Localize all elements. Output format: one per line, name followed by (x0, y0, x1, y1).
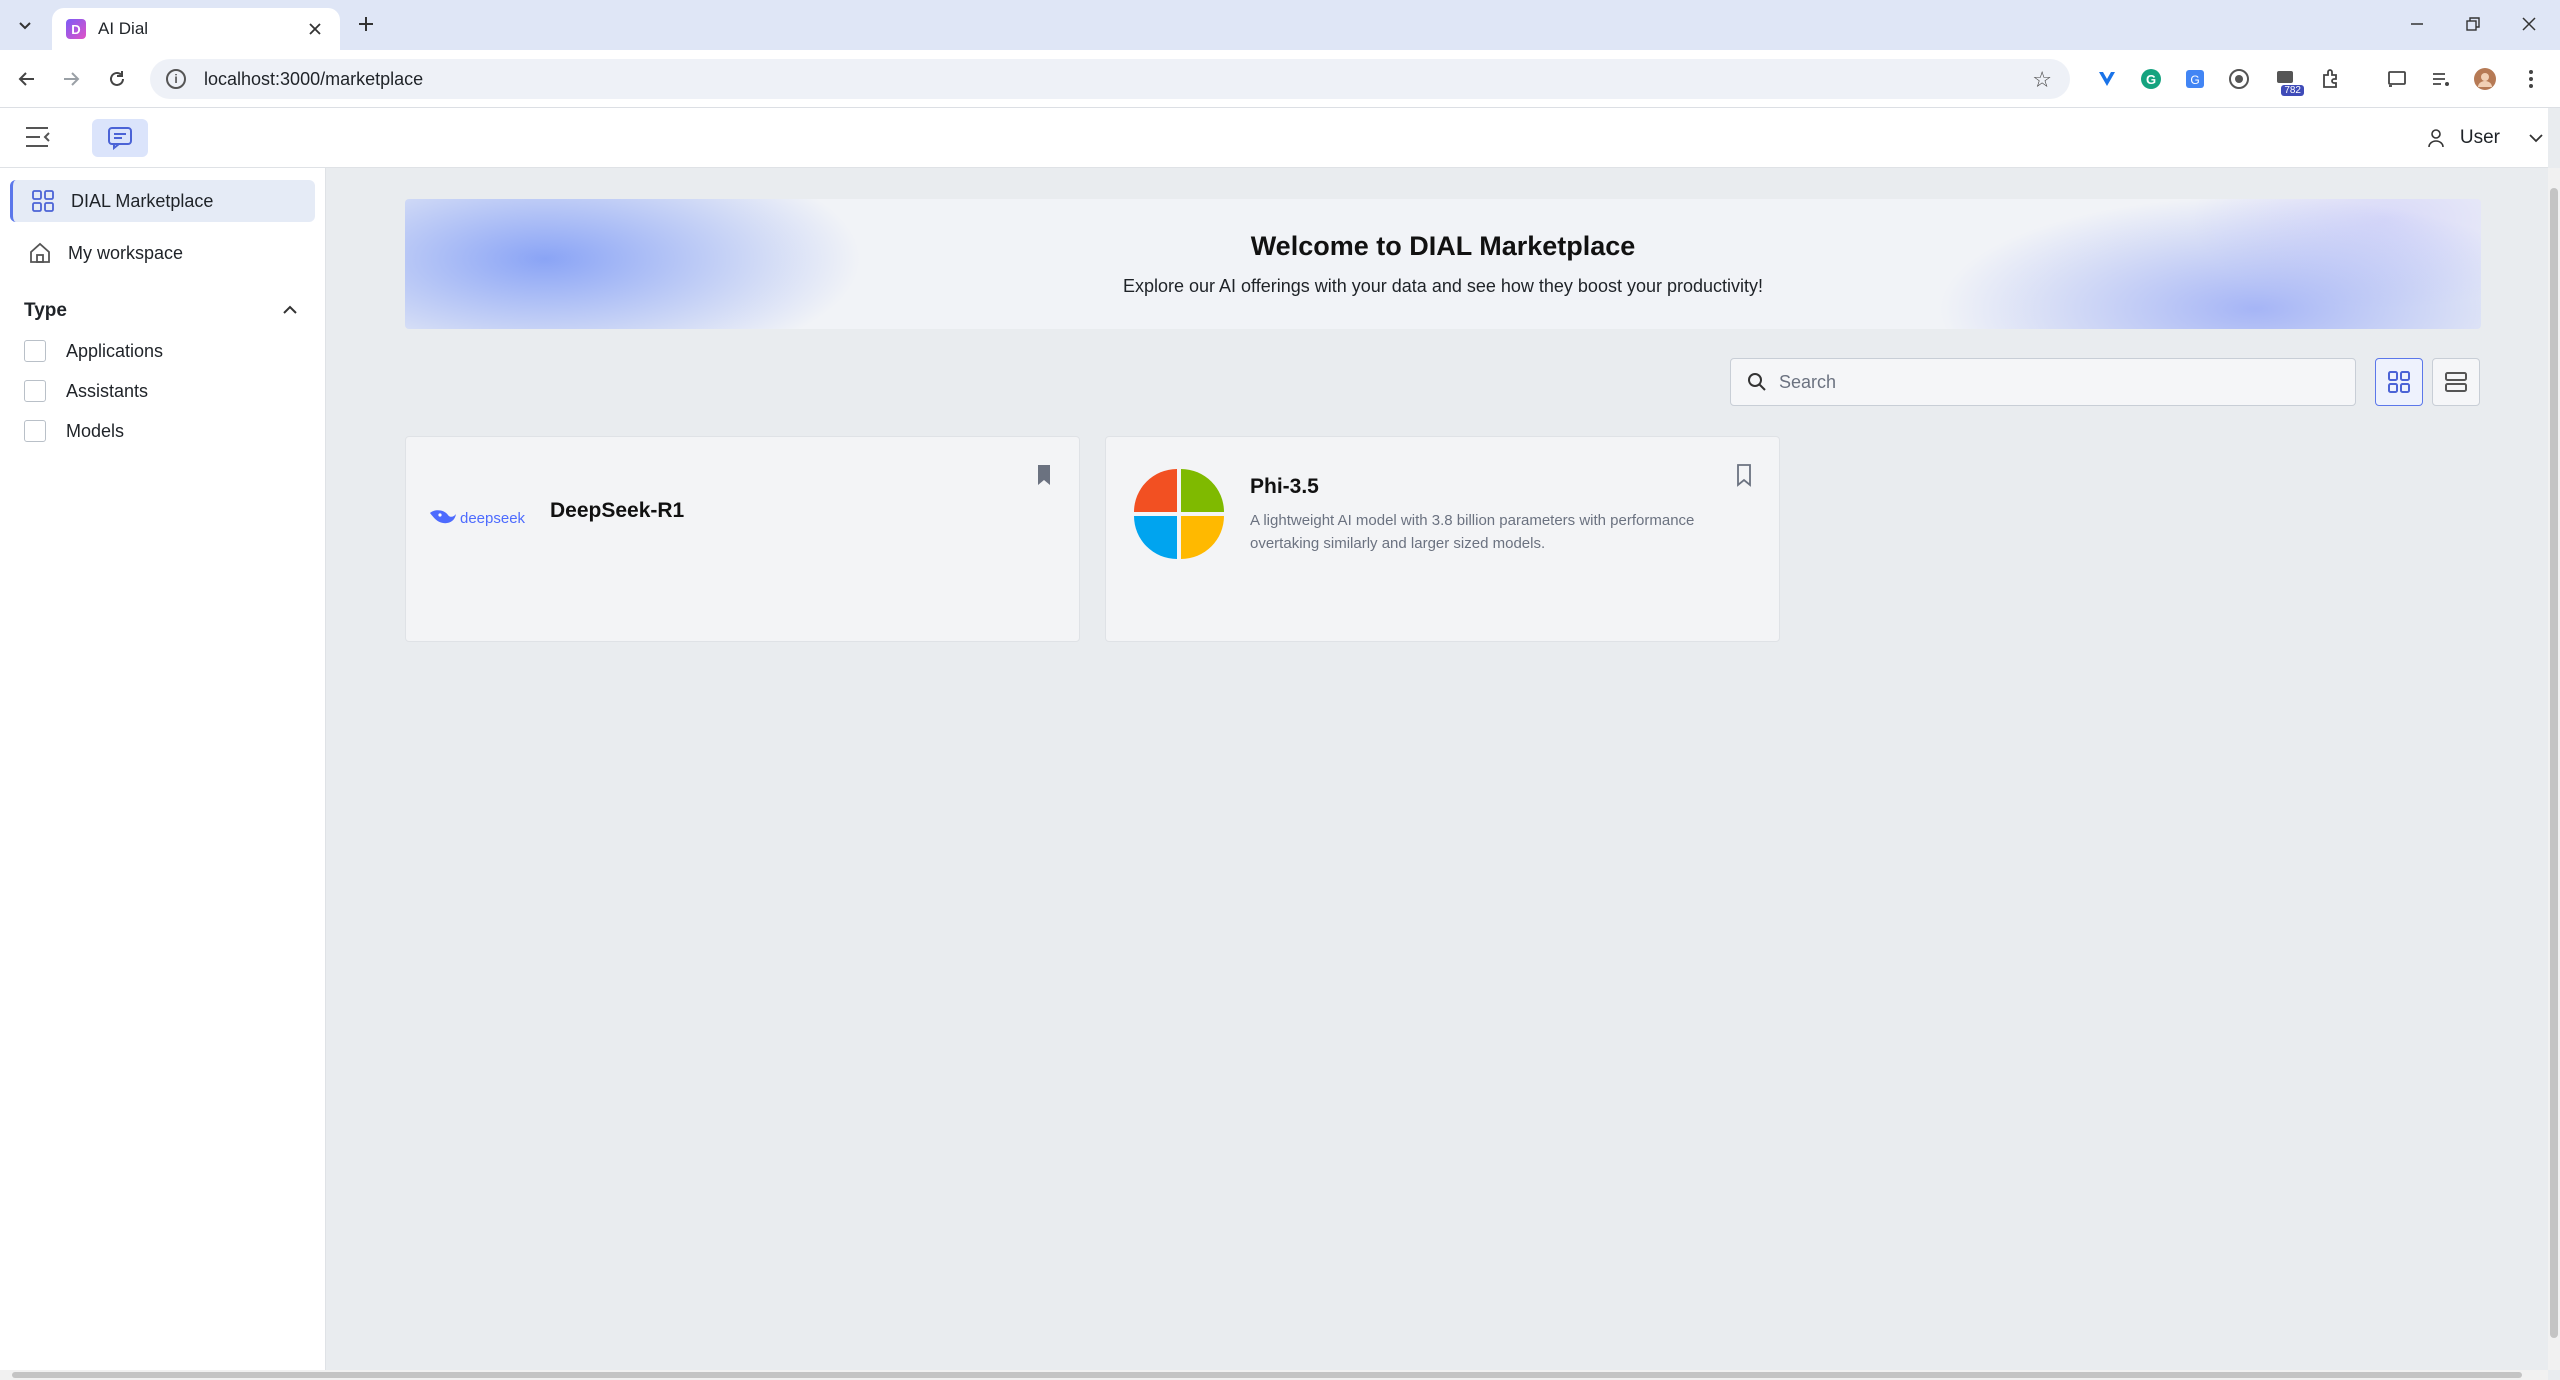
deepseek-logo-icon: deepseek (430, 510, 526, 527)
search-input[interactable] (1779, 371, 2339, 393)
filter-option-label: Models (66, 420, 125, 441)
assistants-checkbox[interactable] (24, 380, 46, 402)
vertical-scroll-thumb[interactable] (2550, 188, 2558, 1338)
banner-subtitle: Explore our AI offerings with your data … (1122, 276, 1764, 296)
user-menu[interactable]: User (2426, 108, 2548, 168)
chat-toggle-button[interactable] (92, 119, 148, 157)
deepseek-logo-text: deepseek (460, 510, 526, 527)
chat-bubble-icon (108, 127, 132, 150)
user-label: User (2459, 127, 2500, 148)
list-view-button[interactable] (2432, 358, 2480, 406)
site-info-icon[interactable]: i (166, 69, 186, 89)
vertical-scrollbar[interactable] (2548, 168, 2560, 1370)
card-name: DeepSeek-R1 (550, 499, 685, 522)
privacy-extension-icon[interactable] (2226, 66, 2252, 92)
card-name: Phi-3.5 (1250, 475, 1319, 498)
svg-text:G: G (2190, 73, 2199, 87)
card-description: A lightweight AI model with 3.8 billion … (1250, 512, 1695, 552)
bookmark-star-icon[interactable]: ☆ (2032, 67, 2052, 93)
sidebar: DIAL Marketplace My workspace Type Appli… (0, 168, 326, 1370)
sidebar-item-label: DIAL Marketplace (71, 190, 214, 211)
extension-badge: 782 (2281, 85, 2304, 96)
filter-option-label: Applications (66, 340, 164, 361)
forward-arrow-icon[interactable] (56, 64, 86, 94)
filter-type-title: Type (24, 300, 67, 321)
back-arrow-icon[interactable] (12, 64, 42, 94)
sidebar-item-label: My workspace (68, 242, 184, 263)
media-controls-icon[interactable] (2428, 66, 2454, 92)
model-card-deepseek[interactable]: deepseek DeepSeek-R1 (405, 436, 1080, 642)
grid-view-button[interactable] (2375, 358, 2423, 406)
sidebar-item-dial-marketplace[interactable]: DIAL Marketplace (10, 180, 315, 222)
grid-view-icon (2388, 371, 2410, 393)
bookmark-filled-icon[interactable] (1035, 463, 1053, 487)
browser-toolbar: i localhost:3000/marketplace ☆ G G 782 (0, 50, 2560, 108)
filter-option-assistants[interactable]: Assistants (24, 380, 148, 402)
restore-icon[interactable] (2456, 10, 2490, 38)
dial-favicon-icon: D (66, 19, 86, 39)
model-card-phi[interactable]: Phi-3.5 A lightweight AI model with 3.8 … (1105, 436, 1780, 642)
app-header: User (0, 108, 2548, 168)
filter-option-models[interactable]: Models (24, 420, 124, 442)
cast-icon[interactable] (2384, 66, 2410, 92)
filter-option-applications[interactable]: Applications (24, 340, 163, 362)
bookmark-outline-icon[interactable] (1735, 463, 1753, 487)
translate-extension-icon[interactable]: G (2182, 66, 2208, 92)
list-view-icon (2445, 372, 2467, 392)
sidebar-item-my-workspace[interactable]: My workspace (10, 232, 315, 274)
phi-logo-icon (1134, 469, 1224, 559)
browser-tab[interactable]: D AI Dial (52, 8, 340, 50)
home-icon (30, 242, 50, 263)
horizontal-scrollbar[interactable] (0, 1370, 2548, 1380)
search-field[interactable] (1730, 358, 2356, 406)
grammarly-extension-icon[interactable]: G (2138, 66, 2164, 92)
address-bar[interactable]: i localhost:3000/marketplace ☆ (150, 59, 2070, 99)
minimize-icon[interactable] (2400, 10, 2434, 38)
counter-extension-icon[interactable]: 782 (2272, 66, 2304, 96)
extensions-puzzle-icon[interactable] (2318, 66, 2344, 92)
profile-avatar-icon[interactable] (2472, 66, 2498, 92)
welcome-banner: Welcome to DIAL Marketplace Explore our … (405, 199, 2481, 329)
models-checkbox[interactable] (24, 420, 46, 442)
user-icon (2428, 129, 2444, 148)
chevron-down-icon[interactable] (2514, 128, 2546, 148)
filter-option-label: Assistants (66, 380, 149, 401)
chevron-up-icon[interactable] (280, 300, 300, 320)
horizontal-scroll-thumb[interactable] (12, 1372, 2522, 1378)
applications-checkbox[interactable] (24, 340, 46, 362)
new-tab-plus-icon[interactable] (352, 10, 380, 38)
grid-icon (32, 190, 54, 212)
address-url: localhost:3000/marketplace (204, 68, 424, 89)
reload-icon[interactable] (102, 64, 132, 94)
svg-text:G: G (2146, 72, 2156, 87)
tab-list-chevron-icon[interactable] (12, 12, 38, 38)
browser-tabstrip: D AI Dial (0, 0, 2560, 50)
tab-close-icon[interactable] (304, 18, 326, 40)
vpn-extension-icon[interactable] (2094, 66, 2120, 92)
tab-title: AI Dial (98, 19, 149, 38)
browser-menu-icon[interactable] (2518, 66, 2544, 92)
collapse-menu-icon[interactable] (24, 124, 54, 152)
window-close-icon[interactable] (2512, 10, 2546, 38)
search-icon (1748, 373, 1766, 391)
banner-title: Welcome to DIAL Marketplace (1250, 231, 1636, 261)
